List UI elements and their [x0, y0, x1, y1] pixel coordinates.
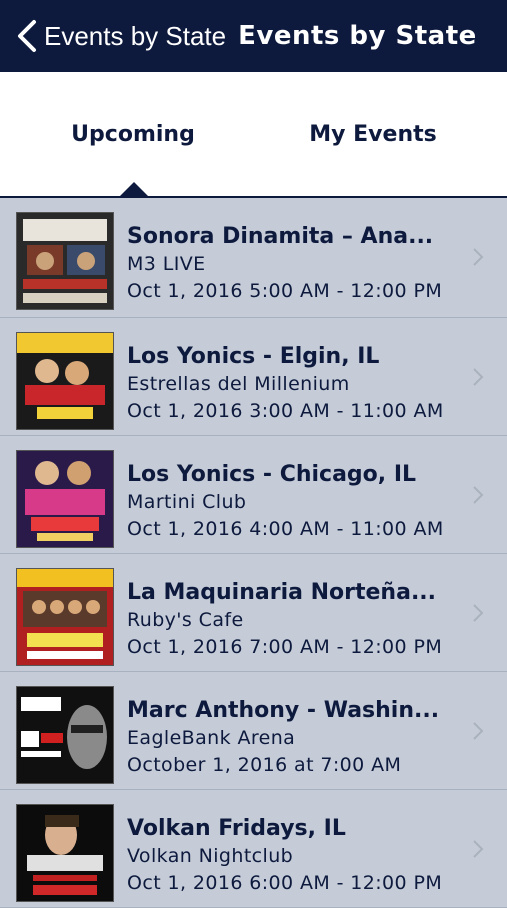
tab-upcoming[interactable]: Upcoming — [8, 72, 258, 196]
event-row[interactable]: Los Yonics - Elgin, IL Estrellas del Mil… — [0, 318, 507, 436]
event-venue: Martini Club — [127, 491, 247, 513]
event-row[interactable]: Marc Anthony - Washin... EagleBank Arena… — [0, 672, 507, 790]
event-title: Los Yonics - Elgin, IL — [127, 344, 380, 369]
event-date: Oct 1, 2016 4:00 AM - 11:00 AM — [127, 518, 444, 540]
chevron-left-icon — [18, 20, 36, 52]
chevron-right-icon — [473, 604, 484, 622]
event-title: Los Yonics - Chicago, IL — [127, 462, 417, 487]
chevron-right-icon — [473, 840, 484, 858]
event-venue: Volkan Nightclub — [127, 845, 294, 867]
event-poster-image — [16, 568, 114, 666]
event-date: October 1, 2016 at 7:00 AM — [127, 754, 402, 776]
event-row[interactable]: La Maquinaria Norteña... Ruby's Cafe Oct… — [0, 554, 507, 672]
event-poster-image — [16, 804, 114, 902]
event-title: Sonora Dinamita – Ana... — [127, 224, 434, 249]
event-title: La Maquinaria Norteña... — [127, 580, 437, 605]
navigation-bar: Events by State Events by State — [0, 0, 507, 72]
event-poster-image — [16, 212, 114, 310]
event-date: Oct 1, 2016 7:00 AM - 12:00 PM — [127, 636, 443, 658]
event-poster-image — [16, 332, 114, 430]
chevron-right-icon — [473, 486, 484, 504]
event-venue: Estrellas del Millenium — [127, 373, 350, 395]
page-title: Events by State — [238, 21, 477, 51]
event-poster-image — [16, 450, 114, 548]
event-title: Marc Anthony - Washin... — [127, 698, 440, 723]
event-venue: M3 LIVE — [127, 253, 206, 275]
event-row[interactable]: Los Yonics - Chicago, IL Martini Club Oc… — [0, 436, 507, 554]
event-venue: EagleBank Arena — [127, 727, 296, 749]
event-title: Volkan Fridays, IL — [127, 816, 346, 841]
event-poster-image — [16, 686, 114, 784]
event-list: Sonora Dinamita – Ana... M3 LIVE Oct 1, … — [0, 198, 507, 908]
selected-tab-indicator — [119, 182, 149, 197]
back-button-label: Events by State — [44, 20, 227, 51]
event-row[interactable]: Volkan Fridays, IL Volkan Nightclub Oct … — [0, 790, 507, 908]
back-button[interactable]: Events by State — [0, 0, 226, 72]
event-date: Oct 1, 2016 3:00 AM - 11:00 AM — [127, 400, 444, 422]
event-venue: Ruby's Cafe — [127, 609, 244, 631]
chevron-right-icon — [473, 722, 484, 740]
event-date: Oct 1, 2016 5:00 AM - 12:00 PM — [127, 280, 443, 302]
event-row[interactable]: Sonora Dinamita – Ana... M3 LIVE Oct 1, … — [0, 198, 507, 318]
event-date: Oct 1, 2016 6:00 AM - 12:00 PM — [127, 872, 443, 894]
tab-my-events[interactable]: My Events — [248, 72, 498, 196]
chevron-right-icon — [473, 368, 484, 386]
chevron-right-icon — [473, 248, 484, 266]
segmented-tabs: Upcoming My Events — [0, 72, 507, 198]
